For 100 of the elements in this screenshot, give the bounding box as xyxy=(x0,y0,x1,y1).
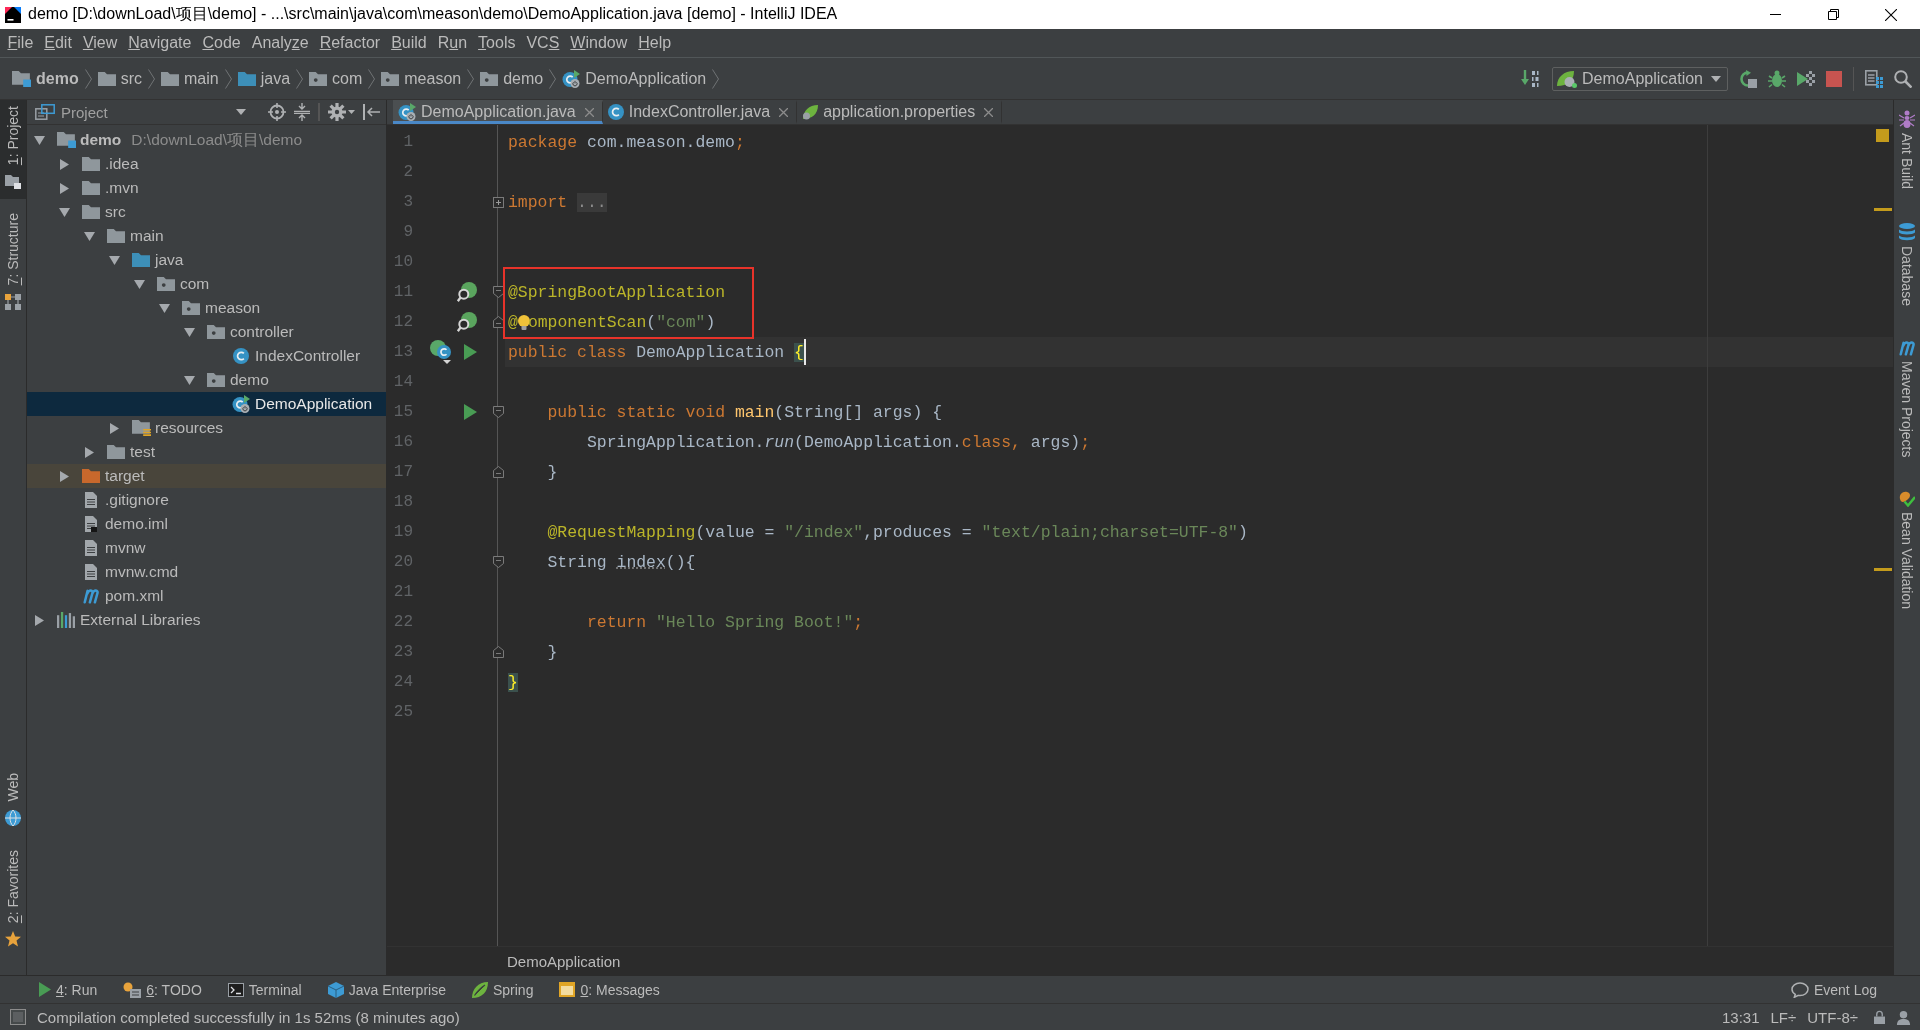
restore-icon[interactable] xyxy=(1827,9,1839,20)
menu-item[interactable]: Run xyxy=(432,34,473,52)
tool-window-button[interactable]: Event Log xyxy=(1784,978,1883,1001)
caret-down-icon[interactable] xyxy=(133,279,145,289)
tree-item[interactable]: .gitignore xyxy=(27,488,386,512)
tool-window-button[interactable]: Java Enterprise xyxy=(321,978,452,1001)
bean-search-icon[interactable] xyxy=(457,312,477,332)
view-selector[interactable]: Project xyxy=(35,103,268,121)
tree-item[interactable]: demo D:\downLoad\项目\demo xyxy=(27,128,386,152)
tool-window-button[interactable]: 4: Run xyxy=(33,978,104,1001)
tool-window-button[interactable]: 2: Favorites xyxy=(0,843,26,957)
tree-item[interactable]: controller xyxy=(27,320,386,344)
project-structure-icon[interactable] xyxy=(1865,69,1883,88)
tool-window-toggle-icon[interactable] xyxy=(10,1009,26,1025)
menu-item[interactable]: View xyxy=(77,34,123,52)
editor-tab[interactable]: IndexController.java xyxy=(602,100,798,124)
caret-right-icon[interactable] xyxy=(59,470,69,482)
tree-item[interactable]: DemoApplication xyxy=(27,392,386,416)
menu-item[interactable]: Navigate xyxy=(122,34,197,52)
fold-icon[interactable] xyxy=(492,556,504,568)
editor-tab[interactable]: application.properties xyxy=(797,100,1003,124)
caret-down-icon[interactable] xyxy=(108,255,120,265)
menu-item[interactable]: Window xyxy=(564,34,633,52)
menu-item[interactable]: Tools xyxy=(472,34,521,52)
menu-item[interactable]: VCS xyxy=(520,34,565,52)
menu-item[interactable]: Code xyxy=(196,34,247,52)
coverage-icon[interactable] xyxy=(1797,69,1815,88)
minimize-icon[interactable] xyxy=(1769,14,1781,15)
menu-item[interactable]: Build xyxy=(385,34,433,52)
hide-panel-icon[interactable] xyxy=(363,104,380,120)
figure-icon[interactable] xyxy=(1896,1009,1911,1025)
breadcrumb-item[interactable]: demo xyxy=(12,69,79,88)
fold-icon[interactable] xyxy=(492,646,504,658)
breadcrumb-item[interactable]: main xyxy=(161,69,219,88)
tool-window-button[interactable]: Database xyxy=(1894,221,1920,308)
tree-item[interactable]: target xyxy=(27,464,386,488)
caret-right-icon[interactable] xyxy=(84,446,94,458)
caret-right-icon[interactable] xyxy=(109,422,119,434)
caret-right-icon[interactable] xyxy=(34,614,44,626)
encoding-selector[interactable]: UTF-8÷ xyxy=(1807,1008,1858,1026)
tree-item[interactable]: IndexController xyxy=(27,344,386,368)
run-icon[interactable] xyxy=(464,404,477,420)
fold-icon[interactable] xyxy=(492,286,504,298)
gear-icon[interactable] xyxy=(328,103,346,121)
tree-item[interactable]: External Libraries xyxy=(27,608,386,632)
tree-item[interactable]: demo xyxy=(27,368,386,392)
bean-search-icon[interactable] xyxy=(457,282,477,302)
collapse-all-icon[interactable] xyxy=(294,103,310,121)
breadcrumb-item[interactable]: com xyxy=(309,69,363,88)
tool-window-button[interactable]: Maven Projects xyxy=(1894,338,1920,460)
fold-icon[interactable] xyxy=(492,466,504,478)
stop-icon[interactable] xyxy=(1826,70,1842,87)
tree-item[interactable]: .idea xyxy=(27,152,386,176)
tool-window-button[interactable]: Bean Validation xyxy=(1894,489,1920,612)
caret-right-icon[interactable] xyxy=(59,182,69,194)
tree-item[interactable]: resources xyxy=(27,416,386,440)
tool-window-button[interactable]: Terminal xyxy=(221,978,308,1001)
rerun-icon[interactable] xyxy=(1739,69,1757,88)
caret-down-icon[interactable] xyxy=(158,303,170,313)
tree-item[interactable]: test xyxy=(27,440,386,464)
breadcrumb-item[interactable]: src xyxy=(97,69,142,88)
menu-item[interactable]: Edit xyxy=(38,34,78,52)
tree-item[interactable]: demo.iml xyxy=(27,512,386,536)
caret-down-icon[interactable] xyxy=(33,135,45,145)
search-icon[interactable] xyxy=(1894,69,1912,88)
breadcrumb-item[interactable]: demo xyxy=(480,69,544,88)
bug-icon[interactable] xyxy=(1768,69,1786,88)
tool-window-button[interactable]: 0: Messages xyxy=(553,978,666,1001)
line-separator-selector[interactable]: LF÷ xyxy=(1770,1008,1797,1026)
breadcrumb-item[interactable]: meason xyxy=(381,69,462,88)
caret-down-icon[interactable] xyxy=(83,231,95,241)
breadcrumb-item[interactable]: DemoApplication xyxy=(507,952,621,970)
tree-item[interactable]: src xyxy=(27,200,386,224)
tool-window-button[interactable]: 1: Project xyxy=(0,100,26,200)
breadcrumb-item[interactable]: DemoApplication xyxy=(562,69,707,88)
caret-down-icon[interactable] xyxy=(58,207,70,217)
tree-item[interactable]: com xyxy=(27,272,386,296)
fold-icon[interactable] xyxy=(492,316,504,328)
tool-window-button[interactable]: 6: TODO xyxy=(117,978,208,1001)
run-icon[interactable] xyxy=(464,344,477,360)
tree-item[interactable]: .mvn xyxy=(27,176,386,200)
build-icon[interactable] xyxy=(1521,69,1542,88)
tree-item[interactable]: meason xyxy=(27,296,386,320)
menu-item[interactable]: File xyxy=(2,34,39,52)
class-marker-icon[interactable] xyxy=(430,340,452,364)
tool-window-button[interactable]: 7: Structure xyxy=(0,207,26,320)
lock-icon[interactable] xyxy=(1874,1010,1885,1024)
fold-icon[interactable] xyxy=(492,406,504,418)
editor-tab[interactable]: DemoApplication.java xyxy=(393,100,603,124)
tree-item[interactable]: pom.xml xyxy=(27,584,386,608)
tree-item[interactable]: main xyxy=(27,224,386,248)
expand-fold-icon[interactable] xyxy=(492,196,504,208)
menu-item[interactable]: Refactor xyxy=(314,34,386,52)
tree-item[interactable]: mvnw.cmd xyxy=(27,560,386,584)
caret-right-icon[interactable] xyxy=(59,158,69,170)
tree-item[interactable]: java xyxy=(27,248,386,272)
lightbulb-icon[interactable] xyxy=(517,314,530,330)
caret-down-icon[interactable] xyxy=(183,327,195,337)
run-configuration-dropdown[interactable]: DemoApplication xyxy=(1552,66,1728,91)
tool-window-button[interactable]: Spring xyxy=(465,978,540,1001)
